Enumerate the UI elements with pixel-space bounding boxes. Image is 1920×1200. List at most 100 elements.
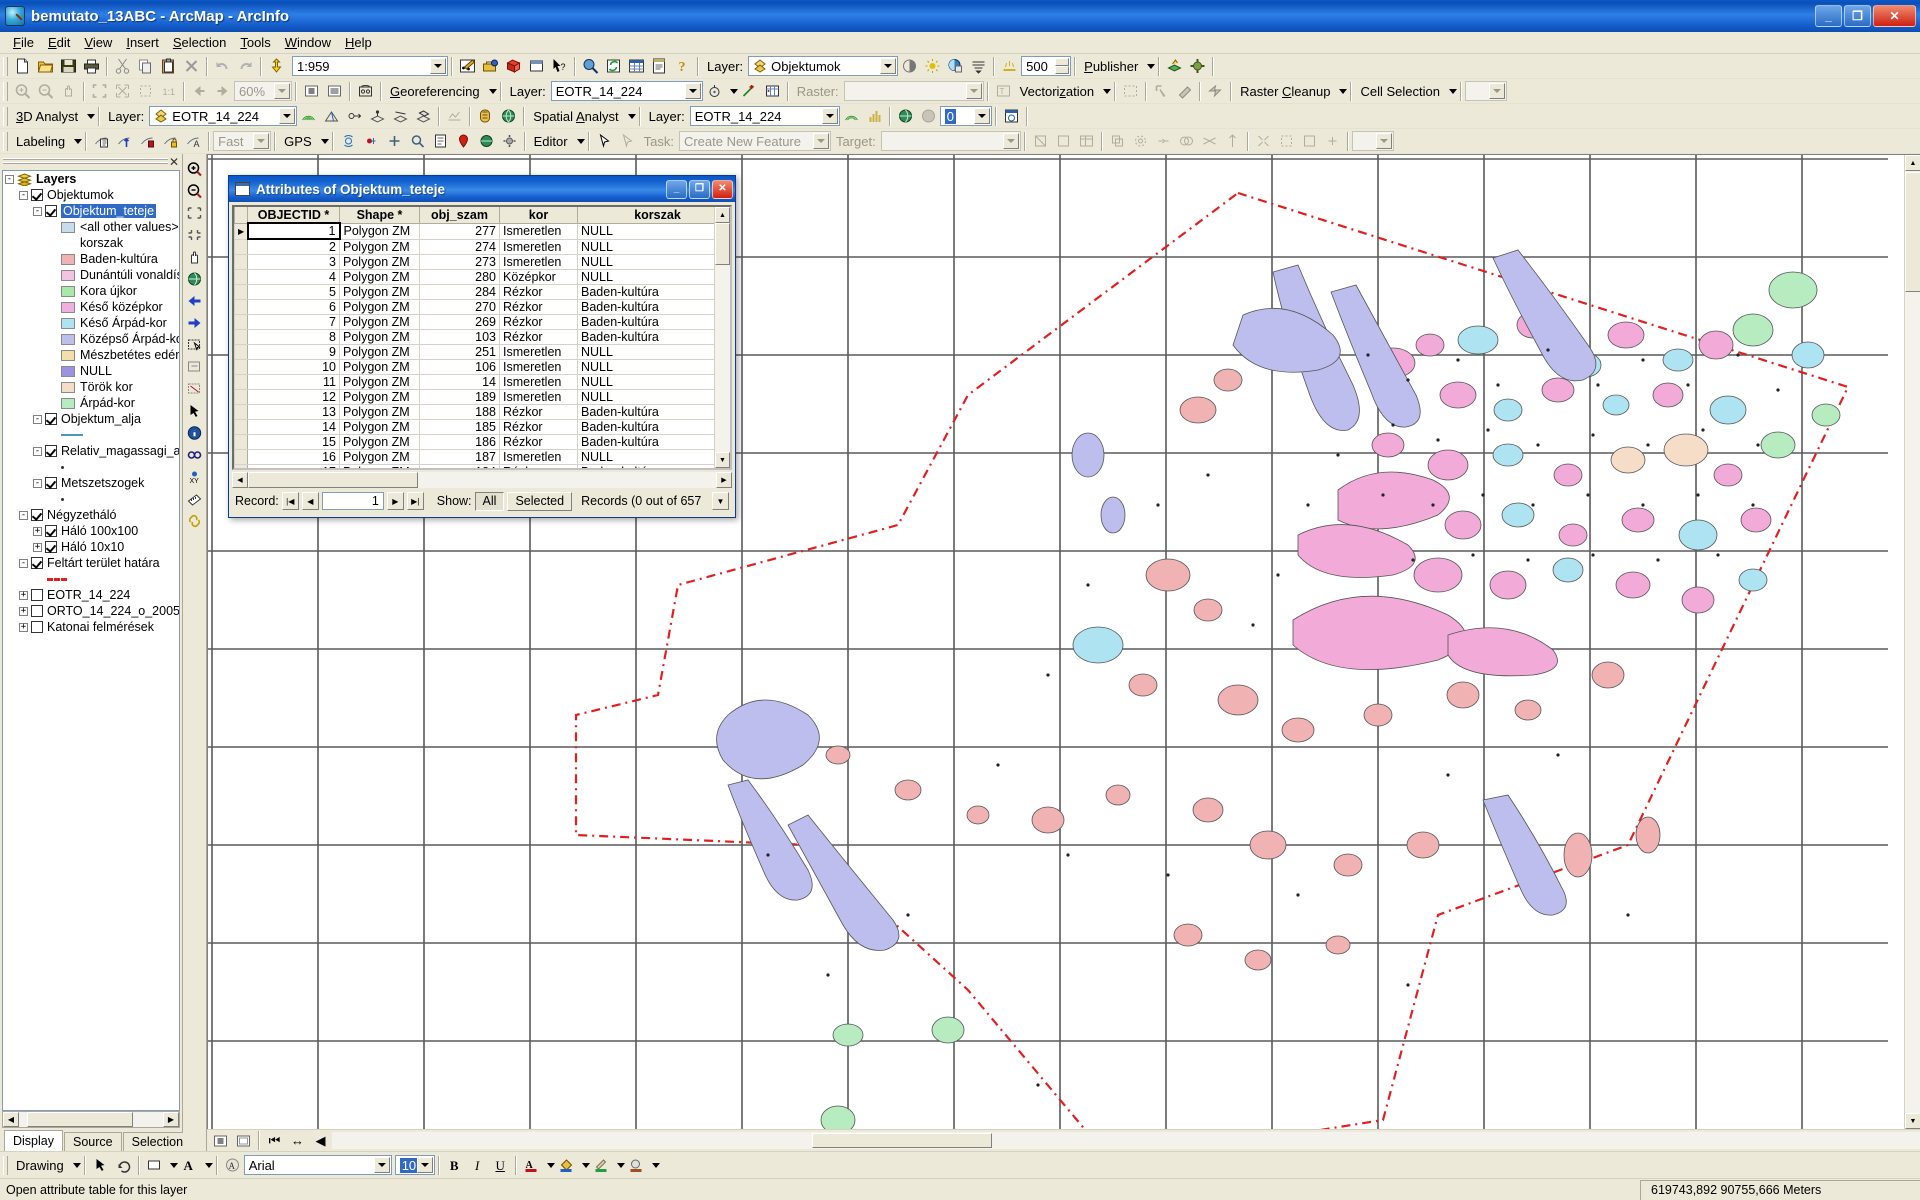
cell-shape[interactable]: Polygon ZM: [339, 464, 420, 468]
toc-item-label[interactable]: Kora újkor: [80, 284, 137, 298]
label-lock-icon[interactable]: [159, 130, 182, 152]
toolbar-grip[interactable]: [3, 1155, 8, 1175]
cell-kor[interactable]: Rézkor: [499, 404, 578, 420]
about-help-icon[interactable]: ?: [671, 55, 694, 77]
cell-obj-szam[interactable]: 251: [419, 344, 500, 360]
brightness-icon[interactable]: [921, 55, 944, 77]
column-header-korszak[interactable]: korszak: [577, 207, 714, 224]
gps-globe-icon[interactable]: [475, 130, 498, 152]
toc-item-label[interactable]: Objektumok: [47, 188, 114, 202]
chevron-down-icon[interactable]: [488, 88, 497, 94]
row-selector-cell[interactable]: [234, 389, 248, 405]
toc-item-baden-kult-ra[interactable]: Baden-kultúra: [3, 251, 179, 267]
cell-kor[interactable]: Ismeretlen: [499, 222, 578, 240]
layer-visibility-checkbox[interactable]: [45, 445, 57, 457]
collapse-toggle-icon[interactable]: -: [5, 174, 14, 184]
save-icon[interactable]: [57, 55, 80, 77]
underline-button[interactable]: U: [489, 1154, 512, 1176]
marker-color-icon[interactable]: [625, 1154, 648, 1176]
cell-objectid[interactable]: 7: [247, 314, 340, 330]
contour-icon[interactable]: [297, 105, 320, 127]
attribute-grid[interactable]: OBJECTID * Shape * obj_szam kor korszak …: [232, 205, 732, 470]
dialog-close-button[interactable]: ✕: [712, 179, 733, 199]
toc-item-label[interactable]: EOTR_14_224: [47, 588, 130, 602]
cell-obj-szam[interactable]: 187: [419, 449, 500, 465]
scroll-up-icon[interactable]: ▲: [1905, 155, 1920, 171]
toc-symbol-row[interactable]: [3, 427, 179, 443]
globe-layer-icon[interactable]: [894, 105, 917, 127]
row-selector-cell[interactable]: [234, 329, 248, 345]
collapse-toggle-icon[interactable]: -: [33, 478, 42, 488]
cell-korszak[interactable]: NULL: [577, 269, 714, 285]
chevron-down-icon[interactable]: [74, 138, 83, 144]
select-elements-icon[interactable]: [184, 400, 206, 421]
toc-item-label[interactable]: Katonai felmérések: [47, 620, 154, 634]
cell-obj-szam[interactable]: 103: [419, 329, 500, 345]
toc-item-katonai-felm-r-sek[interactable]: + Katonai felmérések: [3, 619, 179, 635]
toc-scroll-track[interactable]: [19, 1112, 163, 1127]
toc-tree[interactable]: - Layers - Objektumok - Objektum_teteje <all o…: [2, 170, 180, 1111]
table-row[interactable]: 15 Polygon ZM 186 Rézkor Baden-kultúra: [234, 434, 714, 450]
layer-visibility-checkbox[interactable]: [31, 621, 43, 633]
layer-visibility-checkbox[interactable]: [45, 477, 57, 489]
row-selector-cell[interactable]: [234, 314, 248, 330]
toc-item-objektumok[interactable]: - Objektumok: [3, 187, 179, 203]
toc-item-objektum-alja[interactable]: - Objektum_alja: [3, 411, 179, 427]
hyperlink-icon[interactable]: [184, 510, 206, 531]
font-size-combo[interactable]: 10: [394, 1155, 435, 1175]
layer-visibility-checkbox[interactable]: [31, 605, 43, 617]
toc-scroll-thumb[interactable]: [27, 1112, 133, 1127]
grid-hscroll-track[interactable]: [248, 472, 716, 488]
metadata-icon[interactable]: [648, 55, 671, 77]
table-row[interactable]: 12 Polygon ZM 189 Ismeretlen NULL: [234, 389, 714, 405]
toc-item-t-r-k-kor[interactable]: Török kor: [3, 379, 179, 395]
row-selector-cell[interactable]: [234, 419, 248, 435]
new-document-icon[interactable]: [11, 55, 34, 77]
toc-item-label[interactable]: Háló 10x10: [61, 540, 124, 554]
chevron-down-icon[interactable]: [416, 1157, 433, 1173]
search-icon[interactable]: [579, 55, 602, 77]
layer-combo-geo[interactable]: EOTR_14_224: [550, 81, 703, 101]
chevron-down-icon[interactable]: [1147, 63, 1156, 69]
cell-objectid[interactable]: 13: [247, 404, 340, 420]
legend-swatch[interactable]: [61, 397, 75, 409]
chevron-down-icon[interactable]: [973, 108, 990, 124]
bold-button[interactable]: B: [443, 1154, 466, 1176]
toc-item-label[interactable]: Objektum_alja: [61, 412, 141, 426]
column-header-shape[interactable]: Shape *: [339, 207, 420, 224]
map-scale-combo[interactable]: 1:959: [292, 56, 448, 76]
cell-shape[interactable]: Polygon ZM: [339, 299, 420, 315]
find-icon[interactable]: [184, 444, 206, 465]
toc-item-h-l-100x100[interactable]: + Háló 100x100: [3, 523, 179, 539]
cut-icon[interactable]: [111, 55, 134, 77]
cell-kor[interactable]: Ismeretlen: [499, 389, 578, 405]
toc-item-label[interactable]: Késő középkor: [80, 300, 163, 314]
labeling-menu[interactable]: Labeling: [11, 134, 70, 149]
cell-korszak[interactable]: NULL: [577, 344, 714, 360]
row-selector-cell[interactable]: [234, 299, 248, 315]
chevron-down-icon[interactable]: [204, 1162, 213, 1168]
toc-item-korszak[interactable]: korszak: [3, 235, 179, 251]
show-selected-button[interactable]: Selected: [507, 491, 573, 511]
cell-shape[interactable]: Polygon ZM: [339, 359, 420, 375]
toc-item-m-szbet-tes-ed-ny[interactable]: Mészbetétes edény: [3, 347, 179, 363]
toc-item-all-other-values[interactable]: <all other values>: [3, 219, 179, 235]
menu-insert[interactable]: Insert: [119, 33, 166, 52]
column-header-kor[interactable]: kor: [499, 207, 578, 224]
toc-symbol-row[interactable]: [3, 459, 179, 475]
expand-toggle-icon[interactable]: +: [33, 526, 42, 536]
vectorization-menu[interactable]: Vectorization: [1015, 84, 1099, 99]
collapse-toggle-icon[interactable]: -: [33, 206, 42, 216]
toc-item-layers[interactable]: - Layers: [3, 171, 179, 187]
grid-scroll-thumb[interactable]: [715, 223, 730, 265]
toc-item-label[interactable]: Középső Árpád-kor: [80, 332, 179, 346]
toc-item-label[interactable]: Török kor: [80, 380, 133, 394]
chevron-down-icon[interactable]: [546, 1162, 555, 1168]
tab-source[interactable]: Source: [64, 1132, 122, 1151]
scroll-right-icon[interactable]: ▶: [163, 1112, 179, 1127]
legend-swatch[interactable]: [61, 253, 75, 265]
font-family-combo[interactable]: Arial: [243, 1155, 392, 1175]
row-selector-cell[interactable]: [234, 238, 248, 255]
chevron-down-icon[interactable]: [1448, 88, 1457, 94]
layer-visibility-checkbox[interactable]: [31, 509, 43, 521]
